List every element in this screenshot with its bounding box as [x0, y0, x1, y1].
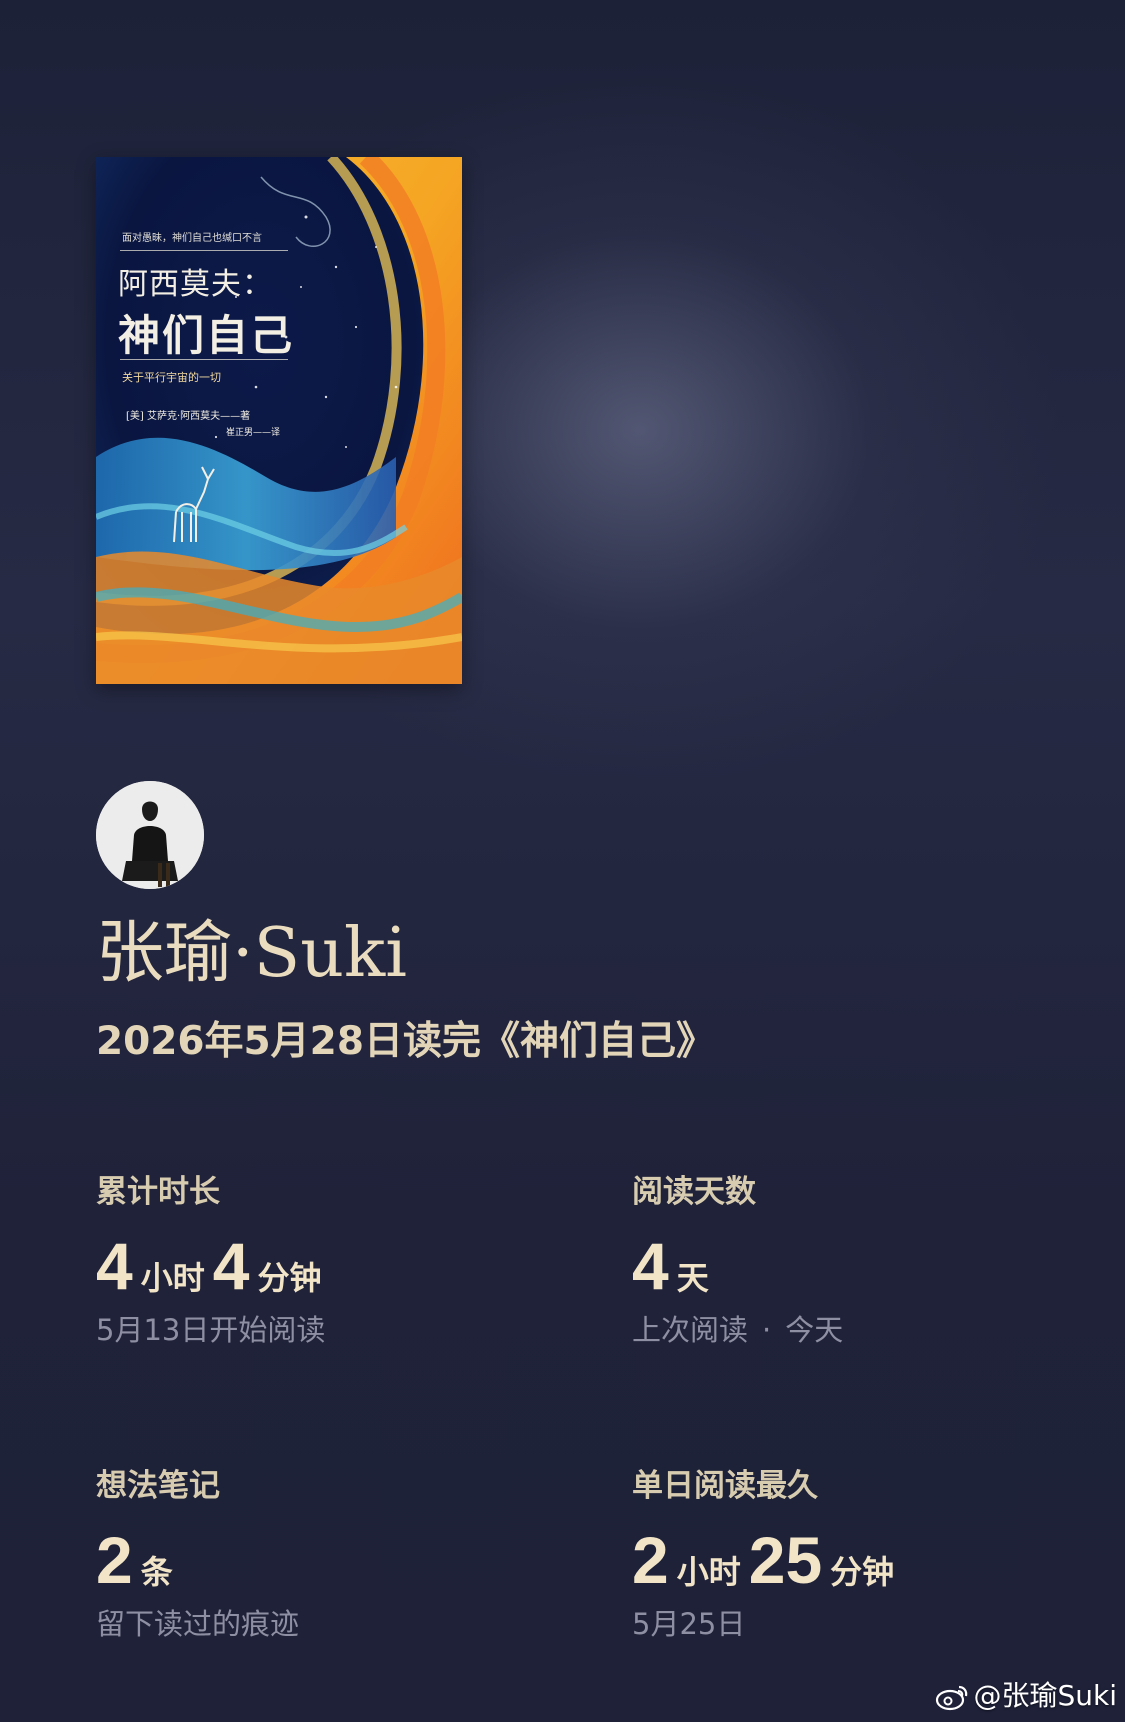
hours-number: 4 — [96, 1229, 133, 1303]
notes-unit: 条 — [140, 1553, 173, 1591]
cover-title-line1: 阿西莫夫： — [118, 267, 273, 302]
stat-label: 单日阅读最久 — [632, 1468, 818, 1504]
stat-reading-days: 阅读天数 4天 上次阅读 · 今天 — [632, 1170, 843, 1352]
avatar-image — [96, 781, 204, 889]
stat-label: 累计时长 — [96, 1174, 220, 1210]
last-read-label: 上次阅读 — [632, 1313, 749, 1347]
avatar[interactable] — [96, 781, 204, 889]
hours-number: 2 — [632, 1523, 669, 1597]
minutes-unit: 分钟 — [830, 1553, 895, 1591]
stat-longest-day: 单日阅读最久 2 小时 25 分钟 5月25日 — [632, 1464, 902, 1646]
cover-author: [美] 艾萨克·阿西莫夫——著 — [126, 411, 251, 422]
cover-title-line2: 神们自己 — [118, 311, 295, 360]
stat-value: 4天 — [632, 1228, 843, 1304]
finished-date-text: 2026年5月28日读完《神们自己》 — [96, 1019, 715, 1064]
stat-subtext: 5月13日开始阅读 — [96, 1313, 326, 1347]
watermark-text: @张瑜Suki — [973, 1679, 1117, 1712]
stat-label: 想法笔记 — [96, 1468, 220, 1504]
hours-unit: 小时 — [676, 1553, 741, 1591]
minutes-unit: 分钟 — [257, 1259, 322, 1297]
minutes-number: 25 — [748, 1523, 823, 1597]
stat-subtext: 上次阅读 · 今天 — [632, 1308, 843, 1352]
stat-value: 2 小时 25 分钟 — [632, 1522, 902, 1598]
stat-value: 4 小时 4 分钟 — [96, 1228, 329, 1304]
user-name: 张瑜·Suki — [96, 914, 407, 993]
weibo-icon — [936, 1685, 968, 1711]
notes-count: 2 — [96, 1523, 133, 1597]
stat-value: 2条 — [96, 1522, 299, 1598]
minutes-number: 4 — [212, 1229, 250, 1303]
stat-total-time: 累计时长 4 小时 4 分钟 5月13日开始阅读 — [96, 1170, 329, 1352]
last-read-value: 今天 — [785, 1313, 844, 1347]
separator-dot: · — [762, 1313, 772, 1347]
cover-subtitle: 关于平行宇宙的一切 — [122, 371, 221, 384]
watermark: @张瑜Suki — [935, 1676, 1117, 1716]
stat-notes: 想法笔记 2条 留下读过的痕迹 — [96, 1464, 299, 1646]
stat-label: 阅读天数 — [632, 1174, 756, 1210]
cover-translator: 崔正男——译 — [226, 428, 281, 438]
book-cover[interactable]: 面对愚昧，神们自己也缄口不言 阿西莫夫： 神们自己 关于平行宇宙的一切 [美] … — [96, 157, 462, 684]
hours-unit: 小时 — [140, 1259, 205, 1297]
days-unit: 天 — [676, 1259, 709, 1297]
days-number: 4 — [632, 1229, 669, 1303]
cover-tagline: 面对愚昧，神们自己也缄口不言 — [122, 233, 262, 244]
stat-subtext: 5月25日 — [632, 1607, 746, 1641]
stat-subtext: 留下读过的痕迹 — [96, 1607, 300, 1641]
